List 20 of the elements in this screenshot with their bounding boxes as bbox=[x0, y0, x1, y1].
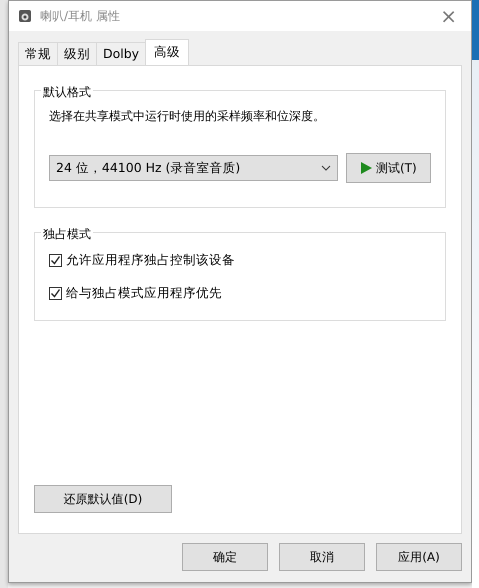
chevron-down-icon bbox=[320, 165, 331, 171]
checkbox[interactable] bbox=[49, 286, 62, 300]
close-button[interactable]: × bbox=[434, 6, 463, 26]
description-text: 选择在共享模式中运行时使用的采样频率和位深度。 bbox=[49, 108, 326, 125]
play-icon bbox=[360, 161, 373, 175]
checkbox[interactable] bbox=[49, 254, 62, 267]
checkbox-label: 允许应用程序独占控制该设备 bbox=[66, 251, 235, 269]
dialog-button[interactable]: 应用(A) bbox=[376, 543, 462, 571]
window-title: 喇叭/耳机 属性 bbox=[40, 8, 121, 25]
group-title: 默认格式 bbox=[41, 83, 93, 101]
dialog-button[interactable]: 确定 bbox=[182, 543, 268, 571]
tab[interactable]: 常规 bbox=[18, 42, 58, 65]
format-dropdown[interactable]: 24 位，44100 Hz (录音室音质) bbox=[49, 155, 338, 181]
dialog-button[interactable]: 取消 bbox=[279, 543, 365, 571]
test-button[interactable]: 测试(T) bbox=[346, 153, 431, 183]
checkbox-label: 给与独占模式应用程序优先 bbox=[66, 284, 222, 302]
restore-defaults-button[interactable]: 还原默认值(D) bbox=[34, 485, 172, 513]
speaker-icon bbox=[18, 9, 32, 23]
group-title: 独占模式 bbox=[41, 225, 93, 243]
tab[interactable]: 高级 bbox=[145, 39, 190, 65]
